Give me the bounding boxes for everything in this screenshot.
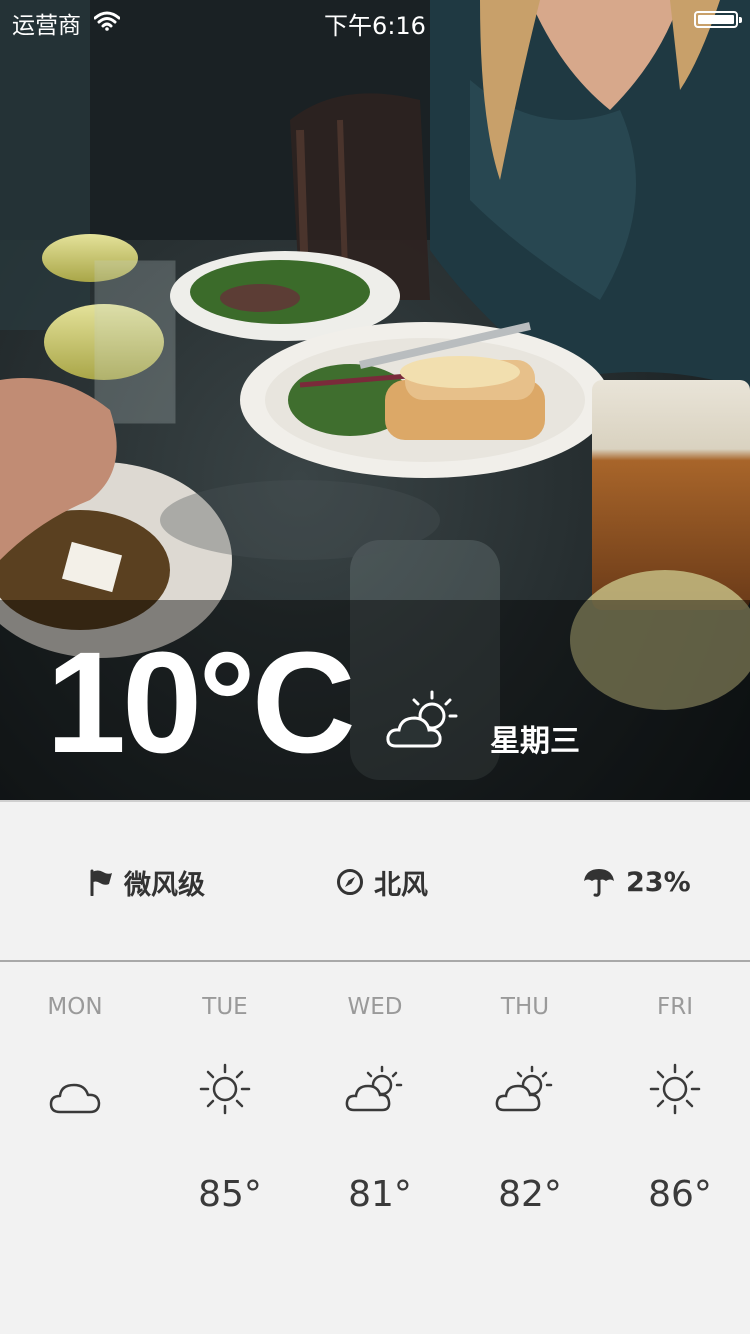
compass-icon bbox=[337, 869, 363, 895]
forecast-day-thu: THU 82° bbox=[450, 962, 600, 1334]
precipitation-item: 23% bbox=[582, 862, 691, 902]
wind-direction-item: 北风 bbox=[336, 862, 428, 902]
forecast-day-name: THU bbox=[500, 994, 550, 1020]
flag-icon bbox=[90, 869, 112, 896]
forecast-day-wed: WED 81° bbox=[300, 962, 450, 1334]
battery-fill bbox=[698, 15, 734, 24]
status-bar: 运营商 下午6:16 bbox=[0, 0, 750, 40]
sun-icon bbox=[648, 1063, 702, 1121]
status-time: 下午6:16 bbox=[324, 12, 426, 40]
forecast-temp: 86° bbox=[648, 1174, 712, 1215]
precipitation-text: 23% bbox=[626, 866, 691, 898]
forecast-day-tue: TUE 85° bbox=[150, 962, 300, 1334]
wind-level-item: 微风级 bbox=[88, 862, 205, 902]
umbrella-icon bbox=[584, 869, 614, 897]
battery-icon bbox=[694, 11, 742, 28]
forecast-day-fri: FRI 86° bbox=[600, 962, 750, 1334]
forecast-day-name: TUE bbox=[202, 994, 248, 1020]
forecast-temp: 82° bbox=[498, 1174, 562, 1215]
details-row: 微风级 北风 23% bbox=[0, 802, 750, 960]
current-temperature: 10°C bbox=[46, 622, 356, 783]
partly-cloudy-icon bbox=[345, 1065, 406, 1121]
sun-icon bbox=[198, 1063, 252, 1121]
forecast-temp: 85° bbox=[198, 1174, 262, 1215]
cloud-icon bbox=[48, 1074, 102, 1125]
forecast-temp: 81° bbox=[348, 1174, 412, 1215]
partly-cloudy-icon bbox=[384, 688, 462, 759]
weather-screen: 运营商 下午6:16 10°C 星期三 微风级 北风 23% MON TUE 8… bbox=[0, 0, 750, 1334]
forecast-day-name: MON bbox=[47, 994, 103, 1020]
partly-cloudy-icon bbox=[495, 1065, 556, 1121]
forecast-day-name: WED bbox=[347, 994, 403, 1020]
forecast-day-mon: MON bbox=[0, 962, 150, 1334]
current-weekday: 星期三 bbox=[490, 724, 580, 759]
forecast-strip: MON TUE 85° WED 81° THU 82° FRI 86° bbox=[0, 962, 750, 1334]
wind-direction-text: 北风 bbox=[374, 869, 428, 901]
forecast-day-name: FRI bbox=[657, 994, 693, 1020]
hero-photo-area: 运营商 下午6:16 10°C 星期三 bbox=[0, 0, 750, 800]
wind-level-text: 微风级 bbox=[124, 869, 205, 901]
